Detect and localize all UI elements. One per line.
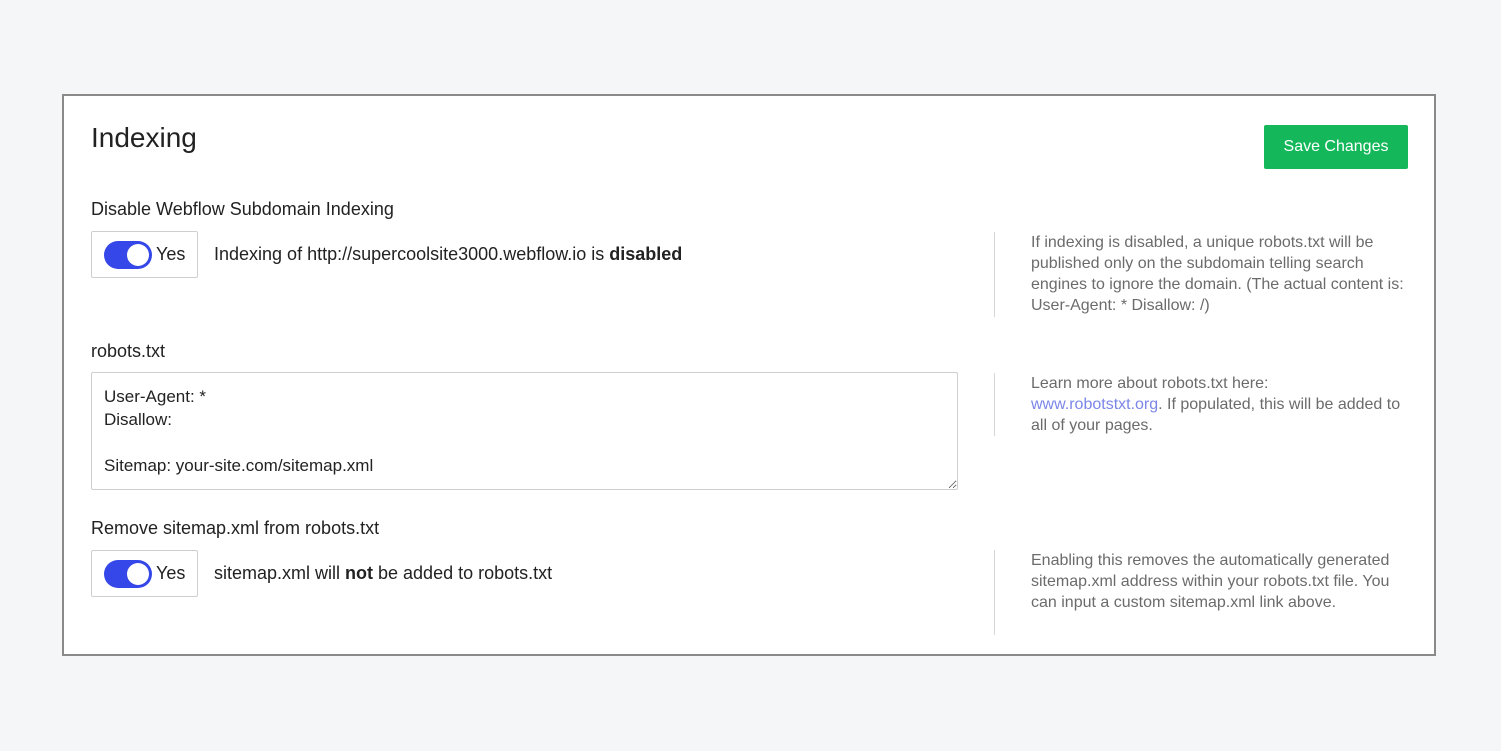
robots-txt-label: robots.txt [91, 341, 166, 361]
status-bold: not [345, 563, 374, 583]
indexing-panel: Indexing Save Changes Disable Webflow Su… [62, 94, 1436, 656]
subdomain-indexing-help: If indexing is disabled, a unique robots… [994, 232, 1404, 317]
status-suffix: be added to robots.txt [373, 563, 553, 583]
status-prefix: Indexing of http://supercoolsite3000.web… [214, 244, 610, 264]
robotstxt-org-link[interactable]: www.robotstxt.org [1031, 396, 1158, 413]
toggle-yes-label: Yes [156, 244, 186, 264]
subdomain-indexing-status: Indexing of http://supercoolsite3000.web… [214, 244, 682, 265]
toggle-switch[interactable] [104, 559, 152, 588]
toggle-knob [127, 562, 149, 585]
remove-sitemap-status: sitemap.xml will not be added to robots.… [214, 563, 552, 584]
robots-txt-textarea[interactable] [91, 372, 958, 490]
status-prefix: sitemap.xml will [214, 563, 346, 583]
robots-help-prefix: Learn more about robots.txt here: [1031, 375, 1269, 392]
status-bold: disabled [609, 244, 683, 264]
remove-sitemap-help: Enabling this removes the automatically … [994, 550, 1404, 635]
toggle-yes-label: Yes [156, 563, 186, 583]
subdomain-indexing-toggle[interactable]: Yes [91, 231, 198, 278]
remove-sitemap-label: Remove sitemap.xml from robots.txt [91, 518, 380, 538]
subdomain-indexing-label: Disable Webflow Subdomain Indexing [91, 199, 394, 219]
robots-txt-help: Learn more about robots.txt here: www.ro… [994, 373, 1404, 436]
remove-sitemap-toggle[interactable]: Yes [91, 550, 198, 597]
page-title: Indexing [91, 122, 197, 153]
toggle-switch[interactable] [104, 240, 152, 269]
save-changes-button[interactable]: Save Changes [1264, 125, 1408, 169]
toggle-knob [127, 243, 149, 266]
